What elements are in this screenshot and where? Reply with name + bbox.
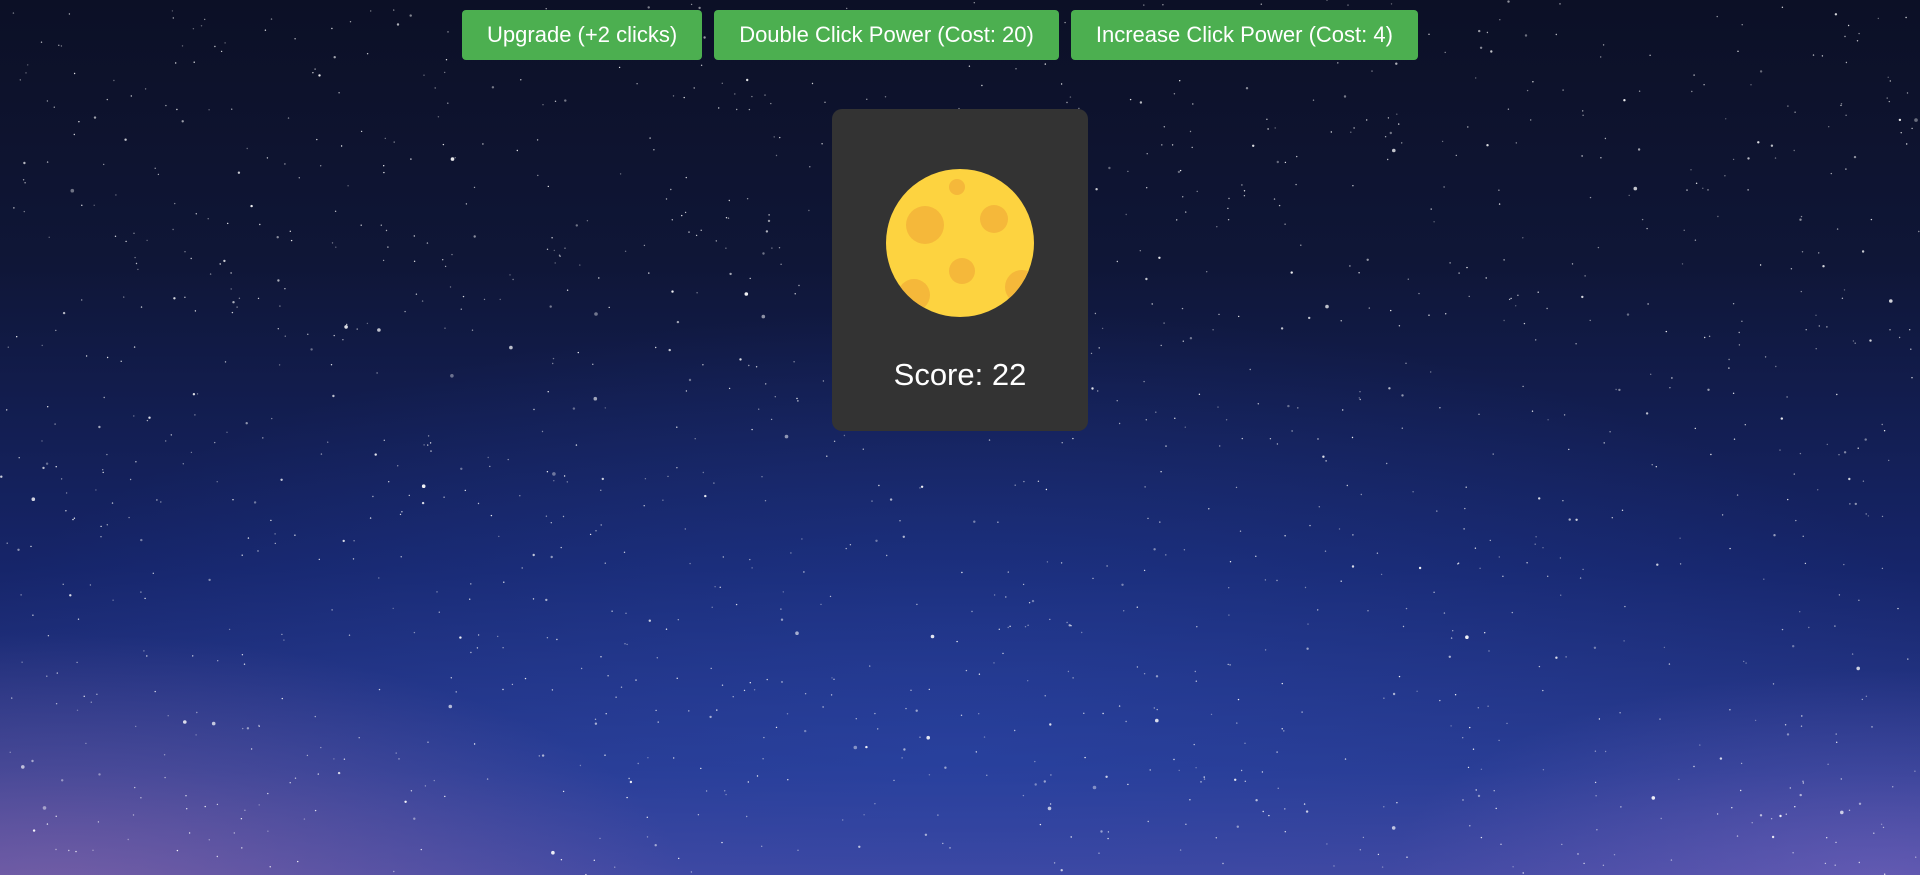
game-card: Score: 22 [832, 109, 1088, 431]
upgrade-toolbar: Upgrade (+2 clicks) Double Click Power (… [0, 10, 1920, 60]
upgrade-button[interactable]: Upgrade (+2 clicks) [462, 10, 703, 60]
score-display: Score: 22 [893, 357, 1027, 392]
increase-click-power-button[interactable]: Increase Click Power (Cost: 4) [1070, 10, 1418, 60]
moon-icon[interactable] [886, 169, 1034, 317]
moon-crater [980, 205, 1008, 233]
moon-crater [949, 179, 965, 195]
moon-crater [906, 206, 944, 244]
moon-crater [898, 279, 930, 311]
moon-crater [949, 258, 975, 284]
double-click-power-button[interactable]: Double Click Power (Cost: 20) [714, 10, 1059, 60]
